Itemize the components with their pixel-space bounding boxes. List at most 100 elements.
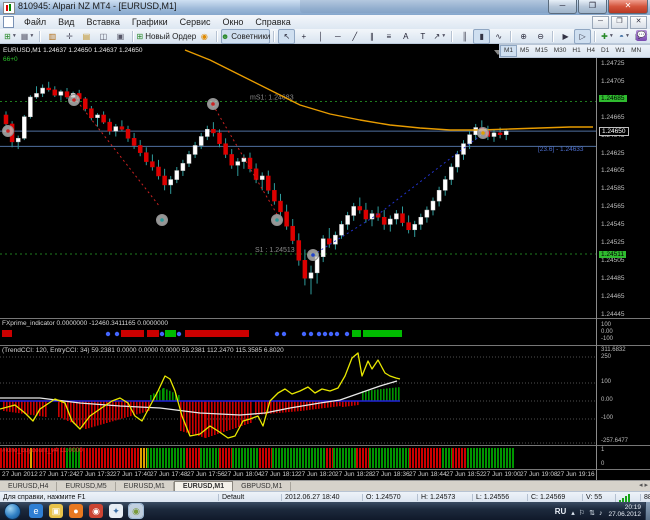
kino-bar xyxy=(512,448,514,468)
zoom-in-icon[interactable]: ⊕ xyxy=(515,29,532,44)
cci-histogram-bar xyxy=(333,401,335,407)
language-indicator[interactable]: RU xyxy=(555,507,567,516)
periods-icon[interactable]: ◓▼ xyxy=(616,29,633,44)
mdi-close-button[interactable]: ✕ xyxy=(630,16,647,29)
price-chart[interactable]: EURUSD,M1 1.24637 1.24650 1.24637 1.2465… xyxy=(0,46,650,318)
trendline-icon[interactable]: ╱ xyxy=(346,29,363,44)
expert-advisors-button[interactable]: ☻Советники xyxy=(221,29,271,44)
timeframe-H1[interactable]: H1 xyxy=(569,46,583,56)
title-bar[interactable]: 810945: Alpari NZ MT4 - [EURUSD,M1] ─ ❐ … xyxy=(0,0,650,16)
minimize-button[interactable]: ─ xyxy=(548,0,577,14)
tab-scroll-arrows[interactable]: ◂ ▸ xyxy=(639,481,648,489)
explorer-icon[interactable]: ▣ xyxy=(49,504,63,518)
mdi-restore-button[interactable]: ❐ xyxy=(611,16,628,29)
zoom-in-icon: ⊕ xyxy=(520,32,527,41)
volume-icon[interactable]: ♪ xyxy=(599,510,603,517)
timeframe-D1[interactable]: D1 xyxy=(598,46,612,56)
navigator-icon[interactable]: ▤ xyxy=(78,29,95,44)
menu-item-Справка[interactable]: Справка xyxy=(249,16,296,28)
timeframe-W1[interactable]: W1 xyxy=(612,46,628,56)
cursor-icon[interactable]: ↖ xyxy=(278,29,295,44)
menu-item-Окно[interactable]: Окно xyxy=(217,16,250,28)
signal-marker-dot xyxy=(211,102,215,106)
market-watch-icon[interactable]: ▥ xyxy=(44,29,61,44)
bear-candle xyxy=(89,109,93,118)
timeframe-MN[interactable]: MN xyxy=(628,46,644,56)
menu-item-Графики[interactable]: Графики xyxy=(126,16,174,28)
cci-histogram-bar xyxy=(377,389,379,401)
status-profile[interactable]: Default xyxy=(218,494,281,501)
label-icon[interactable]: T xyxy=(414,29,431,44)
alpari-icon[interactable]: ◉ xyxy=(129,504,143,518)
timeframe-M30[interactable]: M30 xyxy=(551,46,570,56)
time-axis-label: 27 Jun 19:08 xyxy=(520,471,558,478)
horizontal-line-icon[interactable]: ─ xyxy=(329,29,346,44)
terminal-icon[interactable]: ◫ xyxy=(95,29,112,44)
taskbar-clock[interactable]: 20:19 27.06.2012 xyxy=(608,504,641,518)
new-order-button[interactable]: ⊞Новый Ордер xyxy=(137,29,196,44)
cci-histogram-bar xyxy=(30,401,32,415)
kino-panel[interactable]: #kino_buycount_v4 11.0000 10 xyxy=(0,445,650,470)
kino-bar xyxy=(348,448,350,468)
candlestick-canvas[interactable]: mS1: 1.24683S1 : 1.24513 xyxy=(0,46,596,318)
auto-scroll-icon[interactable]: ▶ xyxy=(557,29,574,44)
kino-bar xyxy=(235,448,237,468)
menu-item-Файл[interactable]: Файл xyxy=(18,16,52,28)
start-button[interactable] xyxy=(4,503,21,520)
text-icon[interactable]: A xyxy=(397,29,414,44)
mt4-app-icon[interactable]: ✦ xyxy=(109,504,123,518)
menu-item-Вставка[interactable]: Вставка xyxy=(80,16,125,28)
chrome-icon[interactable]: ◉ xyxy=(89,504,103,518)
close-button[interactable]: ✕ xyxy=(608,0,648,14)
menu-item-Сервис[interactable]: Сервис xyxy=(174,16,217,28)
candlestick-chart-icon: ▮ xyxy=(480,32,484,41)
kino-bar xyxy=(390,448,392,468)
network-icon[interactable]: ⇅ xyxy=(589,510,595,517)
zoom-out-icon[interactable]: ⊖ xyxy=(532,29,549,44)
bar-chart-icon[interactable]: ║ xyxy=(456,29,473,44)
bear-candle xyxy=(285,212,289,226)
timeframe-H4[interactable]: H4 xyxy=(584,46,598,56)
clock-time: 20:19 xyxy=(625,504,641,511)
cci-histogram-bar xyxy=(121,401,123,419)
data-window-icon: ✛ xyxy=(66,32,73,41)
trendcci-panel[interactable]: (TrendCCI: 120, EntryCCI: 34) 59.2381 0.… xyxy=(0,345,650,446)
timeframe-M1[interactable]: M1 xyxy=(500,45,517,57)
hidden-icons-button[interactable]: ▴ xyxy=(571,510,575,517)
timeframe-M5[interactable]: M5 xyxy=(517,46,532,56)
mdi-minimize-button[interactable]: ─ xyxy=(592,16,609,29)
kino-bar xyxy=(317,448,319,468)
data-window-icon[interactable]: ✛ xyxy=(61,29,78,44)
bull-candle xyxy=(352,206,356,215)
menu-item-Вид[interactable]: Вид xyxy=(52,16,80,28)
price-axis-label: 1.24445 xyxy=(601,311,625,318)
window-layout-icon[interactable]: ▦▼ xyxy=(19,29,36,44)
bear-candle xyxy=(120,127,124,130)
chat-icon[interactable]: 💬 xyxy=(636,30,647,41)
new-chart-icon[interactable]: ⊞▼ xyxy=(2,29,19,44)
fxprime-panel[interactable]: FXprime_indicator 0.0000000 -12460.34111… xyxy=(0,318,650,346)
status-high: H: 1.24573 xyxy=(417,494,472,501)
timeframe-M15[interactable]: M15 xyxy=(532,46,551,56)
vertical-line-icon[interactable]: │ xyxy=(312,29,329,44)
cci-histogram-bar xyxy=(247,401,249,424)
crosshair-icon[interactable]: + xyxy=(295,29,312,44)
action-center-icon[interactable]: ⚐ xyxy=(579,510,585,517)
bull-candle xyxy=(193,145,197,154)
chart-shift-icon[interactable]: ▷ xyxy=(574,29,591,44)
indicators-icon[interactable]: ✚▼ xyxy=(599,29,616,44)
kino-bar xyxy=(272,448,274,468)
strategy-tester-icon[interactable]: ▣ xyxy=(112,29,129,44)
media-player-icon[interactable]: ● xyxy=(69,504,83,518)
kino-bar xyxy=(89,448,91,468)
fibonacci-icon[interactable]: ≡ xyxy=(380,29,397,44)
kino-bar xyxy=(393,448,395,468)
show-desktop-button[interactable] xyxy=(645,502,650,520)
candlestick-chart-icon[interactable]: ▮ xyxy=(473,29,490,44)
channel-icon[interactable]: ∥ xyxy=(363,29,380,44)
arrows-icon[interactable]: ↗▼ xyxy=(431,29,448,44)
alert-icon[interactable]: ◉ xyxy=(196,29,213,44)
ie-icon[interactable]: e xyxy=(29,504,43,518)
line-chart-icon[interactable]: ∿ xyxy=(490,29,507,44)
maximize-button[interactable]: ❐ xyxy=(578,0,607,14)
